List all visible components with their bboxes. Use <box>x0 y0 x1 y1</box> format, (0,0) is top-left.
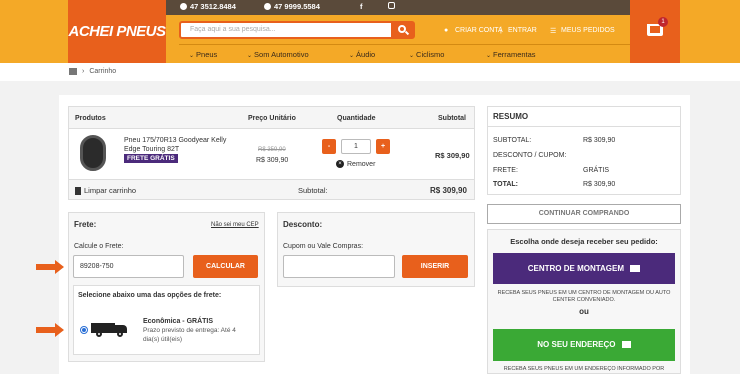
cart-button[interactable]: 1 <box>630 0 680 63</box>
quantity-input[interactable]: 1 <box>341 139 371 154</box>
nav-item-ciclismo[interactable]: ⌄ Ciclismo <box>409 50 444 59</box>
search-input[interactable]: Faça aqui a sua pesquisa... <box>190 26 276 33</box>
subtotal-label: Subtotal: <box>298 186 328 195</box>
trash-icon <box>75 186 81 195</box>
nav-item-pneus[interactable]: ⌄ Pneus <box>189 50 217 59</box>
unit-price: R$ 309,90 <box>256 157 289 164</box>
whatsapp-icon <box>264 3 271 10</box>
shipping-option-name: Econômica - GRÁTIS <box>143 318 214 325</box>
old-price: R$ 359,90 <box>258 147 286 153</box>
truck-icon <box>91 320 131 337</box>
summary-subtotal-label: SUBTOTAL: <box>493 137 532 144</box>
account-icon: ● <box>444 27 449 34</box>
home-delivery-button[interactable]: NO SEU ENDEREÇO <box>493 329 675 361</box>
product-name[interactable]: Pneu 175/70R13 Goodyear Kelly Edge Touri… <box>124 136 234 154</box>
decrease-qty-button[interactable]: - <box>322 139 336 154</box>
insert-coupon-button[interactable]: INSERIR <box>402 255 468 278</box>
breadcrumb-current: Carrinho <box>89 68 117 75</box>
chevron-down-icon: ⌄ <box>189 53 195 59</box>
summary-shipping-value: GRÁTIS <box>583 167 610 174</box>
shipping-option-radio[interactable] <box>80 326 88 334</box>
separator: | <box>500 27 502 34</box>
assembly-center-button[interactable]: CENTRO DE MONTAGEM <box>493 253 675 284</box>
create-account-link[interactable]: CRIAR CONTA <box>455 27 503 34</box>
coupon-input[interactable] <box>283 255 395 278</box>
shipping-title: Frete: <box>74 220 97 229</box>
arrow-icon <box>36 323 66 337</box>
arrow-icon <box>36 260 66 274</box>
discount-title: Desconto: <box>283 220 323 229</box>
chevron-down-icon: ⌄ <box>247 53 253 59</box>
home-delivery-note: RECEBA SEUS PNEUS EM UM ENDEREÇO INFORMA… <box>503 366 665 372</box>
phone-link[interactable]: 47 3512.8484 <box>180 2 236 11</box>
continue-shopping-button[interactable]: CONTINUAR COMPRANDO <box>487 204 681 224</box>
home-icon[interactable] <box>69 68 77 75</box>
tire-image[interactable] <box>80 135 106 171</box>
logo-text: ACHEI PNEUS <box>68 23 166 40</box>
main-nav: ⌄ Pneus ⌄ Som Automotivo ⌄ Áudio ⌄ Ciclismo … <box>179 44 630 63</box>
my-orders-link[interactable]: MEUS PEDIDOS <box>561 27 615 34</box>
chevron-down-icon: ⌄ <box>486 53 492 59</box>
logo[interactable]: ACHEI PNEUS <box>68 0 166 63</box>
remove-button[interactable]: × Remover <box>336 160 375 168</box>
whatsapp-link[interactable]: 47 9999.5584 <box>264 2 320 11</box>
cart-count-badge: 1 <box>658 17 668 27</box>
summary-total-value: R$ 309,90 <box>583 181 616 188</box>
header-unit-price: Preço Unitário <box>248 115 296 122</box>
phone-icon <box>180 3 187 10</box>
close-icon: × <box>336 160 344 168</box>
summary-discount-label: DESCONTO / CUPOM: <box>493 152 567 159</box>
summary-title: RESUMO <box>493 112 529 121</box>
shipping-option-desc: Prazo previsto de entrega: Até 4 dia(s) … <box>143 327 236 343</box>
breadcrumb: › Carrinho <box>69 68 116 75</box>
assembly-note: RECEBA SEUS PNEUS EM UM CENTRO DE MONTAG… <box>497 290 671 303</box>
header-subtotal: Subtotal <box>438 115 466 122</box>
login-link[interactable]: ENTRAR <box>508 27 537 34</box>
nav-item-audio[interactable]: ⌄ Áudio <box>349 50 375 59</box>
shipping-options-label: Selecione abaixo uma das opções de frete… <box>78 292 222 299</box>
orders-icon: ☰ <box>550 28 557 35</box>
chevron-down-icon: ⌄ <box>349 53 355 59</box>
dont-know-cep-link[interactable]: Não sei meu CEP <box>211 222 259 228</box>
facebook-icon[interactable]: f <box>360 2 363 11</box>
search-bar[interactable]: Faça aqui a sua pesquisa... <box>179 21 415 39</box>
summary-total-label: TOTAL: <box>493 181 519 188</box>
item-subtotal: R$ 309,90 <box>435 151 470 160</box>
calc-shipping-label: Calcule o Frete: <box>74 243 124 250</box>
or-label: ou <box>579 307 589 316</box>
cep-input[interactable]: 89208-750 <box>73 255 184 278</box>
nav-item-ferramentas[interactable]: ⌄ Ferramentas <box>486 50 536 59</box>
header-product: Produtos <box>75 115 106 122</box>
clear-cart-button[interactable]: Limpar carrinho <box>75 186 136 195</box>
cart-icon <box>621 341 631 349</box>
summary-shipping-label: FRETE: <box>493 167 518 174</box>
nav-item-som[interactable]: ⌄ Som Automotivo <box>247 50 309 59</box>
search-button[interactable] <box>391 23 413 37</box>
free-shipping-badge: FRETE GRÁTIS <box>124 154 178 163</box>
header-quantity: Quantidade <box>337 115 376 122</box>
instagram-icon[interactable] <box>388 2 395 9</box>
calculate-button[interactable]: CALCULAR <box>193 255 258 278</box>
delivery-title: Escolha onde deseja receber seu pedido: <box>510 237 658 246</box>
garage-icon <box>630 265 641 273</box>
summary-subtotal-value: R$ 309,90 <box>583 137 616 144</box>
coupon-label: Cupom ou Vale Compras: <box>283 243 364 250</box>
chevron-down-icon: ⌄ <box>409 53 415 59</box>
top-bar: 47 3512.8484 47 9999.5584 f <box>166 0 630 15</box>
cart-subtotal-value: R$ 309,90 <box>430 186 467 195</box>
increase-qty-button[interactable]: + <box>376 139 390 154</box>
